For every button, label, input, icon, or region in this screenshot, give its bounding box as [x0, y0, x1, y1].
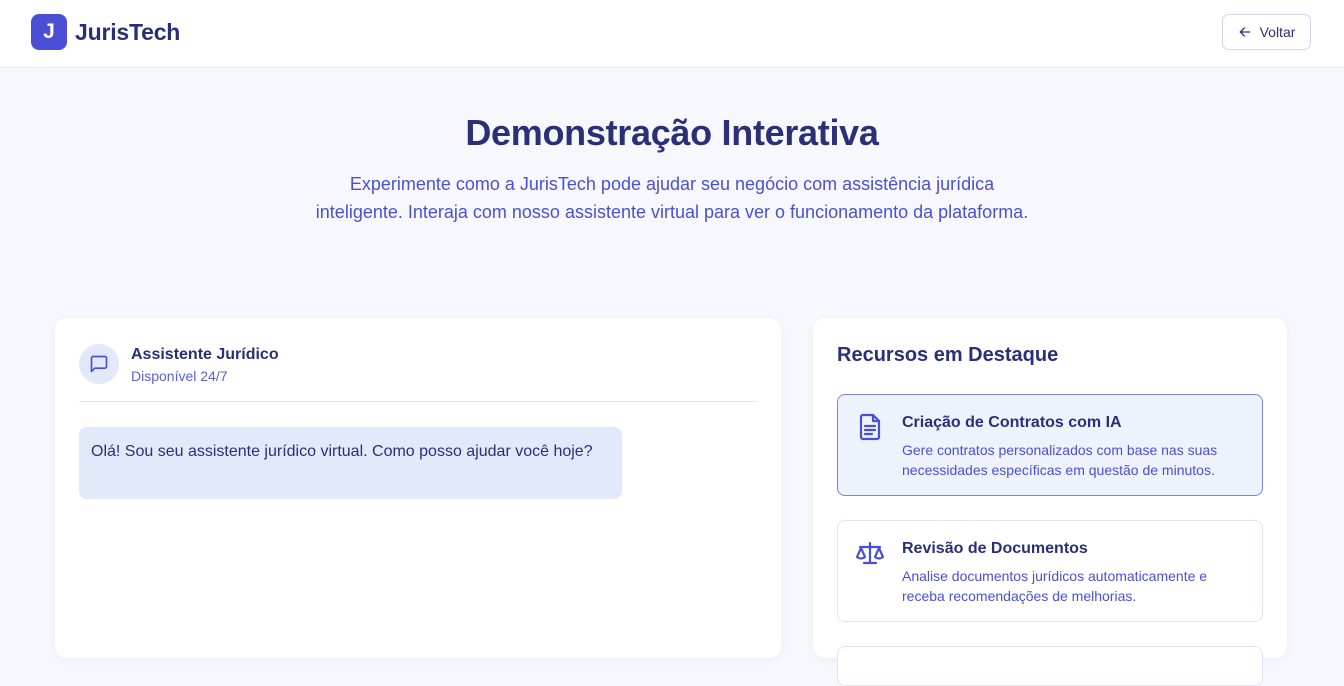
- message-square-icon: [90, 355, 108, 373]
- feature-document-review[interactable]: Revisão de Documentos Analise documentos…: [837, 520, 1263, 622]
- logo-mark: J: [31, 14, 67, 50]
- top-navbar: J JurisTech Voltar: [0, 0, 1344, 68]
- assistant-message: Olá! Sou seu assistente jurídico virtual…: [79, 427, 622, 499]
- chat-avatar: [79, 344, 119, 384]
- scale-icon: [855, 541, 885, 565]
- back-button[interactable]: Voltar: [1222, 14, 1311, 50]
- assistant-status: Disponível 24/7: [131, 368, 228, 384]
- resources-title: Recursos em Destaque: [837, 344, 1059, 366]
- brand-name: JurisTech: [75, 18, 181, 45]
- chat-panel: Assistente Jurídico Disponível 24/7 Olá!…: [55, 318, 781, 658]
- feature-card-partial[interactable]: [837, 646, 1263, 686]
- back-button-label: Voltar: [1259, 24, 1296, 40]
- feature-description: Gere contratos personalizados com base n…: [902, 442, 1218, 478]
- feature-title: Criação de Contratos com IA: [902, 414, 1122, 431]
- featured-resources-panel: Recursos em Destaque Criação de Contrato…: [813, 318, 1287, 686]
- arrow-left-icon: [1239, 27, 1250, 37]
- feature-description: Analise documentos jurídicos automaticam…: [902, 568, 1208, 604]
- brand-logo[interactable]: J JurisTech: [31, 14, 180, 50]
- page-subtitle: Experimente como a JurisTech pode ajudar…: [315, 174, 1029, 222]
- page-title: Demonstração Interativa: [465, 112, 879, 153]
- document-icon: [859, 413, 881, 441]
- chat-header: Assistente Jurídico Disponível 24/7: [79, 344, 757, 402]
- feature-contract-creation[interactable]: Criação de Contratos com IA Gere contrat…: [837, 394, 1263, 496]
- feature-title: Revisão de Documentos: [902, 540, 1088, 557]
- assistant-name: Assistente Jurídico: [131, 346, 279, 363]
